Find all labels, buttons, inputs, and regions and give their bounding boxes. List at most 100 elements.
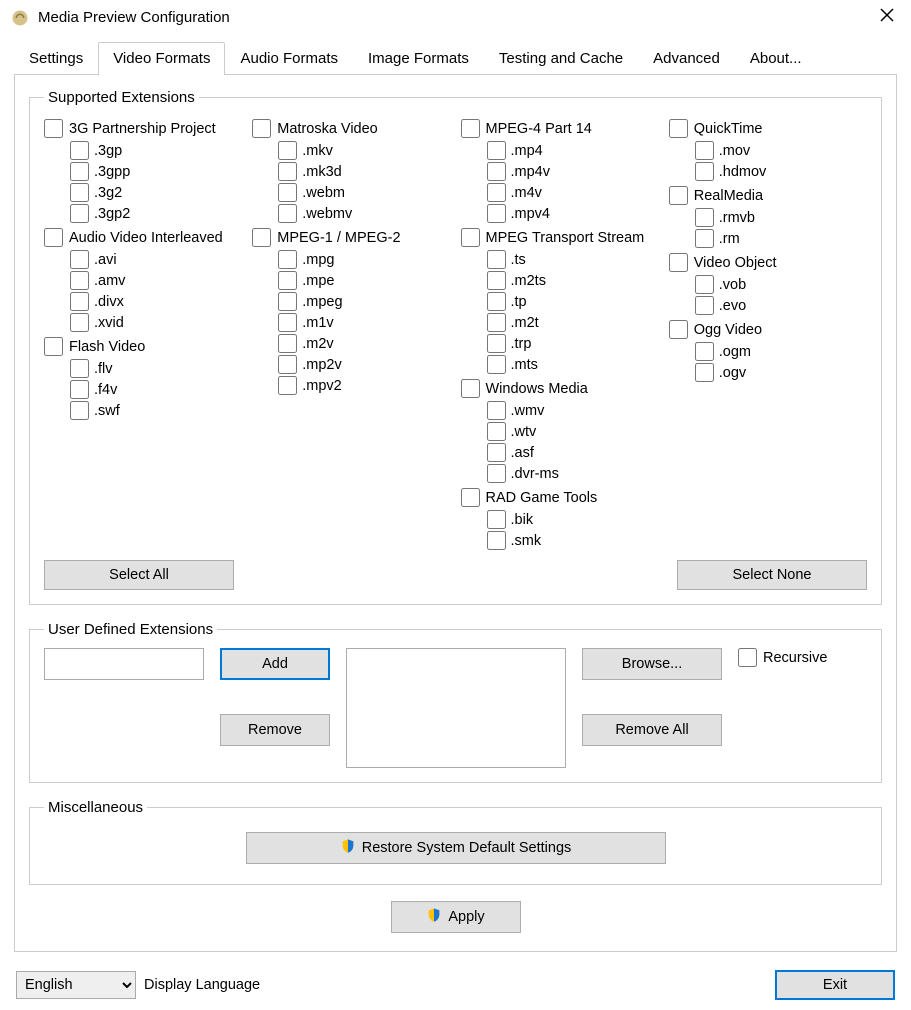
select-all-button[interactable]: Select All xyxy=(44,560,234,590)
extogm-checkbox[interactable] xyxy=(695,342,714,361)
extsmk-checkbox[interactable] xyxy=(487,531,506,550)
extmpe-checkbox[interactable] xyxy=(278,271,297,290)
extevo-label: .evo xyxy=(719,298,746,314)
extvob-checkbox[interactable] xyxy=(695,275,714,294)
extxvid-checkbox[interactable] xyxy=(70,313,89,332)
extension-input[interactable] xyxy=(44,648,204,680)
group-mpeg-transport-stream-checkbox[interactable] xyxy=(461,228,480,247)
extmts-checkbox[interactable] xyxy=(487,355,506,374)
extdivx-label: .divx xyxy=(94,294,124,310)
extmp4v-checkbox[interactable] xyxy=(487,162,506,181)
titlebar: Media Preview Configuration xyxy=(0,0,911,33)
exttrp-label: .trp xyxy=(511,336,532,352)
tab-about[interactable]: About... xyxy=(735,42,817,75)
extm2t-checkbox[interactable] xyxy=(487,313,506,332)
extmpv2-checkbox[interactable] xyxy=(278,376,297,395)
tab-audio-formats[interactable]: Audio Formats xyxy=(225,42,353,75)
extdivx-checkbox[interactable] xyxy=(70,292,89,311)
tab-image-formats[interactable]: Image Formats xyxy=(353,42,484,75)
tab-advanced[interactable]: Advanced xyxy=(638,42,735,75)
extm4v-checkbox[interactable] xyxy=(487,183,506,202)
extevo-checkbox[interactable] xyxy=(695,296,714,315)
ext3gp2-checkbox[interactable] xyxy=(70,204,89,223)
extwebmv-label: .webmv xyxy=(302,206,352,222)
extmpg-checkbox[interactable] xyxy=(278,250,297,269)
extmov-checkbox[interactable] xyxy=(695,141,714,160)
remove-button[interactable]: Remove xyxy=(220,714,330,746)
extm1v-label: .m1v xyxy=(302,315,333,331)
extamv-checkbox[interactable] xyxy=(70,271,89,290)
extmpv4-checkbox[interactable] xyxy=(487,204,506,223)
extensions-listbox[interactable] xyxy=(346,648,566,768)
tab-video-formats[interactable]: Video Formats xyxy=(98,42,225,75)
extm2v-checkbox[interactable] xyxy=(278,334,297,353)
group-mpeg-transport-stream-label: MPEG Transport Stream xyxy=(486,230,645,246)
group-rad-game-tools-checkbox[interactable] xyxy=(461,488,480,507)
ext3gpp-checkbox[interactable] xyxy=(70,162,89,181)
close-icon[interactable] xyxy=(873,6,901,29)
extrmvb-checkbox[interactable] xyxy=(695,208,714,227)
group-windows-media-checkbox[interactable] xyxy=(461,379,480,398)
group-mpeg-1-mpeg-2-checkbox[interactable] xyxy=(252,228,271,247)
extf4v-label: .f4v xyxy=(94,382,117,398)
exttp-checkbox[interactable] xyxy=(487,292,506,311)
extmp2v-checkbox[interactable] xyxy=(278,355,297,374)
extts-checkbox[interactable] xyxy=(487,250,506,269)
group-video-object-checkbox[interactable] xyxy=(669,253,688,272)
group-quicktime-checkbox[interactable] xyxy=(669,119,688,138)
tab-panel: Supported Extensions 3G Partnership Proj… xyxy=(14,75,897,952)
extmk3d-label: .mk3d xyxy=(302,164,342,180)
extm2ts-checkbox[interactable] xyxy=(487,271,506,290)
add-button[interactable]: Add xyxy=(220,648,330,680)
language-select[interactable]: English xyxy=(16,971,136,999)
apply-button[interactable]: Apply xyxy=(391,901,521,933)
extmkv-checkbox[interactable] xyxy=(278,141,297,160)
group-realmedia-checkbox[interactable] xyxy=(669,186,688,205)
extbik-checkbox[interactable] xyxy=(487,510,506,529)
ext3g2-checkbox[interactable] xyxy=(70,183,89,202)
group-ogg-video-checkbox[interactable] xyxy=(669,320,688,339)
extavi-checkbox[interactable] xyxy=(70,250,89,269)
group-audio-video-interleaved-checkbox[interactable] xyxy=(44,228,63,247)
extwebmv-checkbox[interactable] xyxy=(278,204,297,223)
group-flash-video-checkbox[interactable] xyxy=(44,337,63,356)
extmk3d-checkbox[interactable] xyxy=(278,162,297,181)
ext3gp-checkbox[interactable] xyxy=(70,141,89,160)
extwebm-checkbox[interactable] xyxy=(278,183,297,202)
recursive-checkbox[interactable] xyxy=(738,648,757,667)
extasf-checkbox[interactable] xyxy=(487,443,506,462)
group-ogg-video-label: Ogg Video xyxy=(694,322,762,338)
tab-settings[interactable]: Settings xyxy=(14,42,98,75)
group-rad-game-tools-label: RAD Game Tools xyxy=(486,490,598,506)
extflv-checkbox[interactable] xyxy=(70,359,89,378)
extwtv-checkbox[interactable] xyxy=(487,422,506,441)
extogv-checkbox[interactable] xyxy=(695,363,714,382)
extmpeg-checkbox[interactable] xyxy=(278,292,297,311)
extts-label: .ts xyxy=(511,252,526,268)
browse-button[interactable]: Browse... xyxy=(582,648,722,680)
remove-all-button[interactable]: Remove All xyxy=(582,714,722,746)
exit-button[interactable]: Exit xyxy=(775,970,895,1000)
extf4v-checkbox[interactable] xyxy=(70,380,89,399)
group-mpeg-4-part-14-checkbox[interactable] xyxy=(461,119,480,138)
extrm-checkbox[interactable] xyxy=(695,229,714,248)
extm1v-checkbox[interactable] xyxy=(278,313,297,332)
group-matroska-video-checkbox[interactable] xyxy=(252,119,271,138)
exttrp-checkbox[interactable] xyxy=(487,334,506,353)
extswf-checkbox[interactable] xyxy=(70,401,89,420)
exthdmov-checkbox[interactable] xyxy=(695,162,714,181)
extrm-label: .rm xyxy=(719,231,740,247)
extdvr-ms-checkbox[interactable] xyxy=(487,464,506,483)
group-3g-partnership-project-checkbox[interactable] xyxy=(44,119,63,138)
select-none-button[interactable]: Select None xyxy=(677,560,867,590)
extmp4-checkbox[interactable] xyxy=(487,141,506,160)
extswf-label: .swf xyxy=(94,403,120,419)
ext-column-3: MPEG-4 Part 14.mp4.mp4v.m4v.mpv4MPEG Tra… xyxy=(461,116,659,552)
group-windows-media-label: Windows Media xyxy=(486,381,588,397)
extwmv-label: .wmv xyxy=(511,403,545,419)
group-video-object-label: Video Object xyxy=(694,255,777,271)
extwmv-checkbox[interactable] xyxy=(487,401,506,420)
restore-defaults-button[interactable]: Restore System Default Settings xyxy=(246,832,666,864)
tab-testing-cache[interactable]: Testing and Cache xyxy=(484,42,638,75)
extmkv-label: .mkv xyxy=(302,143,333,159)
